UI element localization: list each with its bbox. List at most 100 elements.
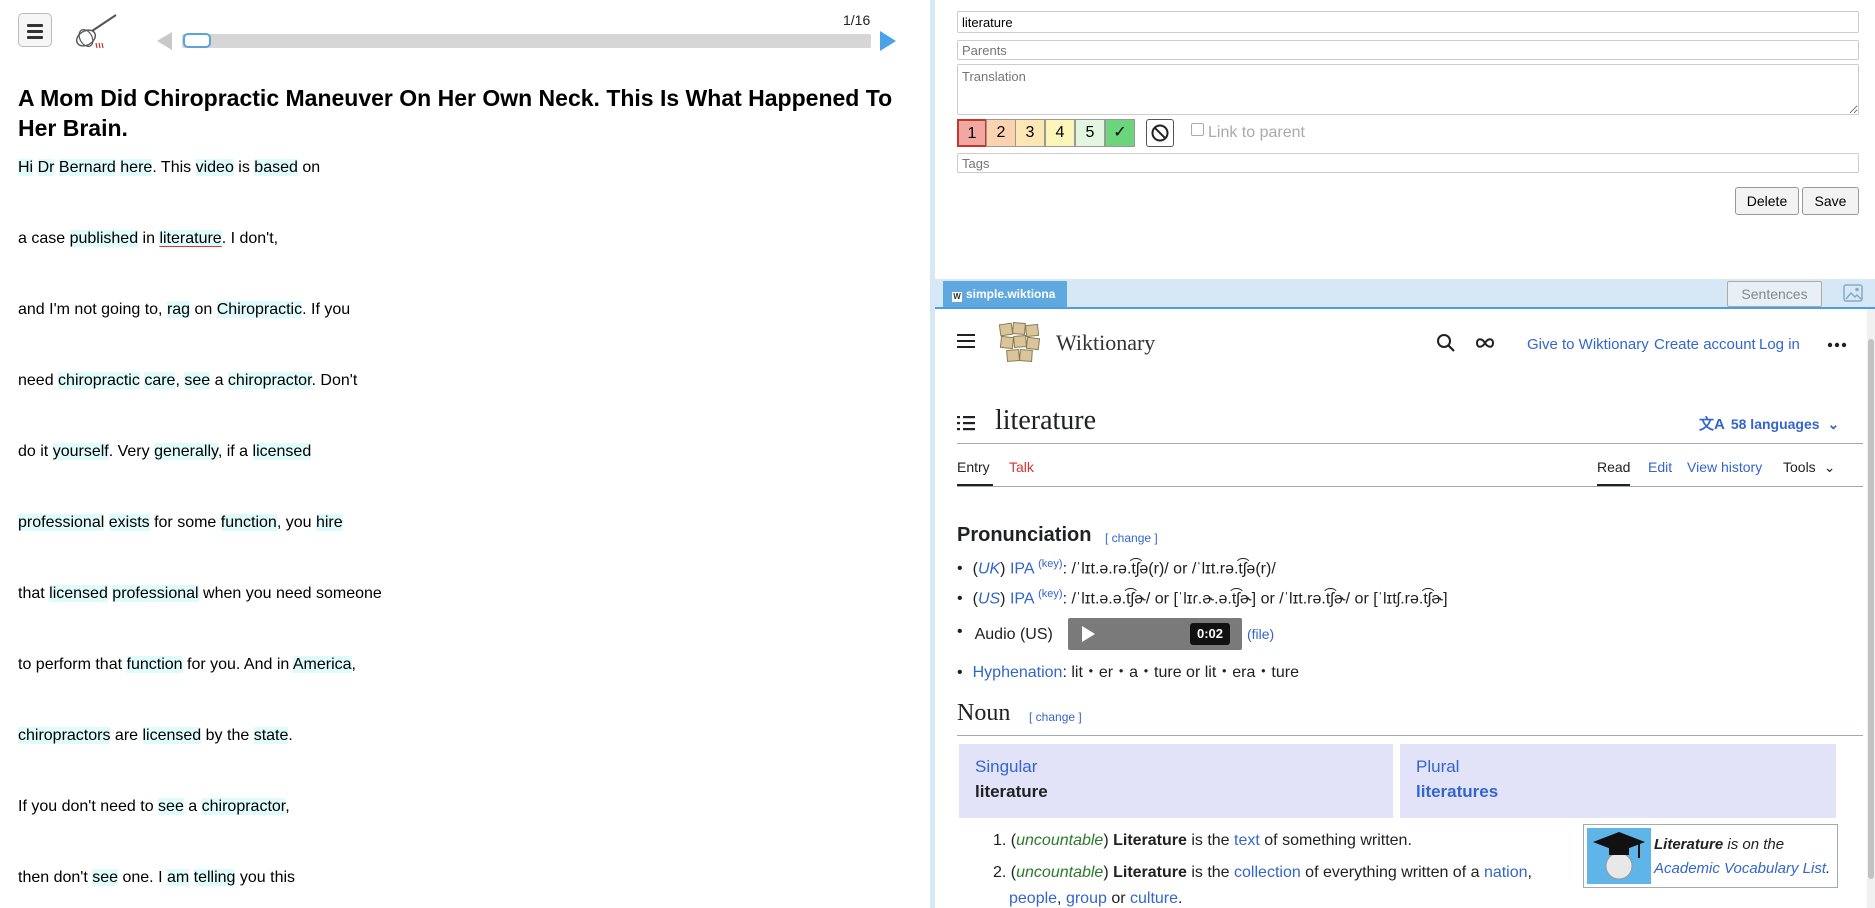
next-page-button[interactable] [880, 31, 896, 51]
hamburger-menu-icon[interactable] [957, 333, 975, 349]
checkbox-box[interactable] [1191, 123, 1204, 136]
tools-label: Tools [1783, 459, 1816, 475]
highlighted-word[interactable]: see [158, 798, 184, 815]
highlighted-word[interactable]: yourself [52, 443, 109, 460]
ipa-key-link[interactable]: (key) [1038, 588, 1062, 600]
highlighted-word[interactable]: professional [112, 585, 199, 602]
highlighted-word[interactable]: Chiropractic [216, 301, 303, 318]
us-link[interactable]: US [978, 590, 1000, 607]
log-in-link[interactable]: Log in [1759, 336, 1800, 353]
highlighted-word[interactable]: am [166, 869, 190, 886]
highlighted-word[interactable]: chiropractic [58, 372, 140, 389]
menu-button[interactable] [18, 13, 52, 47]
uncountable-tag[interactable]: uncountable [1016, 864, 1103, 881]
word-input[interactable] [957, 11, 1859, 33]
search-icon[interactable] [1436, 333, 1456, 353]
highlighted-word[interactable]: based [254, 159, 298, 176]
highlighted-word[interactable]: function [126, 656, 183, 673]
table-of-contents-icon[interactable] [957, 415, 975, 431]
page-slider-track[interactable] [182, 34, 871, 48]
noun-change-link[interactable]: [ change ] [1029, 710, 1082, 724]
image-icon[interactable] [1843, 284, 1863, 302]
highlighted-word[interactable]: see [184, 372, 211, 389]
link-to-parent-checkbox[interactable]: Link to parent [1191, 123, 1305, 142]
culture-link[interactable]: culture [1130, 890, 1178, 907]
nation-link[interactable]: nation [1484, 864, 1528, 881]
highlighted-word[interactable]: published [69, 230, 139, 247]
highlighted-word[interactable]: licensed [49, 585, 108, 602]
save-button[interactable]: Save [1802, 187, 1859, 215]
ignore-button[interactable] [1146, 119, 1174, 147]
tab-read[interactable]: Read [1597, 459, 1630, 475]
tags-input[interactable] [957, 153, 1859, 173]
grade-3-button[interactable]: 3 [1015, 119, 1045, 147]
highlighted-word[interactable]: licensed [142, 727, 202, 744]
highlighted-word[interactable]: generally [154, 443, 218, 460]
collection-link[interactable]: collection [1234, 864, 1301, 881]
grade-2-button[interactable]: 2 [986, 119, 1016, 147]
highlighted-word[interactable]: licensed [252, 443, 312, 460]
create-account-link[interactable]: Create account [1654, 336, 1756, 353]
dictionary-scrollbar[interactable] [1867, 309, 1875, 908]
highlighted-word[interactable]: chiropractors [18, 727, 111, 744]
people-link[interactable]: people [1009, 890, 1057, 907]
play-icon[interactable] [1081, 626, 1095, 642]
scrollbar-thumb[interactable] [1868, 339, 1874, 879]
grade-1-button[interactable]: 1 [957, 119, 987, 147]
pronunciation-change-link[interactable]: [ change ] [1105, 531, 1158, 545]
ipa-link[interactable]: IPA [1010, 590, 1034, 607]
tab-tools[interactable]: Tools ⌄ [1783, 459, 1835, 476]
tab-view-history[interactable]: View history [1687, 459, 1762, 475]
tab-simple-wiktionary[interactable]: Wsimple.wiktiona [943, 281, 1067, 307]
sentences-button[interactable]: Sentences [1727, 281, 1822, 307]
give-to-wiktionary-link[interactable]: Give to Wiktionary [1527, 336, 1649, 353]
highlighted-word[interactable]: rag [166, 301, 191, 318]
grade-known-button[interactable]: ✓ [1105, 119, 1135, 147]
highlighted-word[interactable]: care [144, 372, 176, 389]
uncountable-tag[interactable]: uncountable [1016, 832, 1103, 849]
highlighted-word[interactable]: see [92, 869, 119, 886]
ipa-link[interactable]: IPA [1010, 560, 1034, 577]
academic-vocabulary-link[interactable]: Academic Vocabulary List [1654, 860, 1826, 877]
audio-file-link[interactable]: (file) [1247, 626, 1274, 642]
delete-button[interactable]: Delete [1735, 187, 1799, 215]
hyphenation-link[interactable]: Hyphenation [973, 664, 1063, 681]
link-to-parent-label: Link to parent [1208, 124, 1305, 141]
highlighted-word[interactable]: professional [18, 514, 105, 531]
prev-page-button[interactable] [157, 32, 172, 50]
singular-value: literature [975, 782, 1048, 801]
translation-input[interactable] [957, 64, 1859, 115]
highlighted-word[interactable]: chiropractor [227, 372, 312, 389]
uk-link[interactable]: UK [978, 560, 1000, 577]
tab-entry[interactable]: Entry [957, 459, 990, 475]
highlighted-word[interactable]: chiropractor [201, 798, 286, 815]
highlighted-word[interactable]: Dr [37, 159, 55, 176]
ipa-key-link[interactable]: (key) [1038, 558, 1062, 570]
highlighted-word[interactable]: function [220, 514, 277, 531]
highlighted-word[interactable]: hire [315, 514, 343, 531]
highlighted-word[interactable]: video [195, 159, 234, 176]
tab-talk[interactable]: Talk [1009, 459, 1034, 475]
more-options-icon[interactable] [1827, 342, 1847, 348]
plural-value[interactable]: literatures [1416, 779, 1820, 804]
languages-button[interactable]: 文A 58 languages ⌄ [1699, 413, 1839, 434]
highlighted-word[interactable]: Hi [18, 159, 34, 176]
audio-player[interactable]: 0:02 [1068, 618, 1242, 650]
highlighted-word[interactable]: state [253, 727, 289, 744]
grade-4-button[interactable]: 4 [1045, 119, 1075, 147]
grade-5-button[interactable]: 5 [1075, 119, 1105, 147]
text-link[interactable]: text [1234, 832, 1260, 849]
group-link[interactable]: group [1066, 890, 1107, 907]
selected-word[interactable]: literature [159, 230, 222, 247]
highlighted-word[interactable]: exists [108, 514, 150, 531]
highlighted-word[interactable]: America [292, 656, 352, 673]
page-slider-thumb[interactable] [183, 33, 211, 48]
tab-edit[interactable]: Edit [1648, 459, 1672, 475]
highlighted-word[interactable]: telling [193, 869, 236, 886]
wiktionary-wordmark[interactable]: Wiktionary [1056, 330, 1155, 356]
highlighted-word[interactable]: Bernard [58, 159, 116, 176]
highlighted-word[interactable]: here [120, 159, 153, 176]
infinity-icon[interactable] [1475, 336, 1495, 350]
pron-uk-line: • (UK) IPA (key): /ˈlɪt.ə.rə.t͡ʃə(r)/ or … [957, 558, 1276, 578]
parents-input[interactable] [957, 40, 1859, 60]
